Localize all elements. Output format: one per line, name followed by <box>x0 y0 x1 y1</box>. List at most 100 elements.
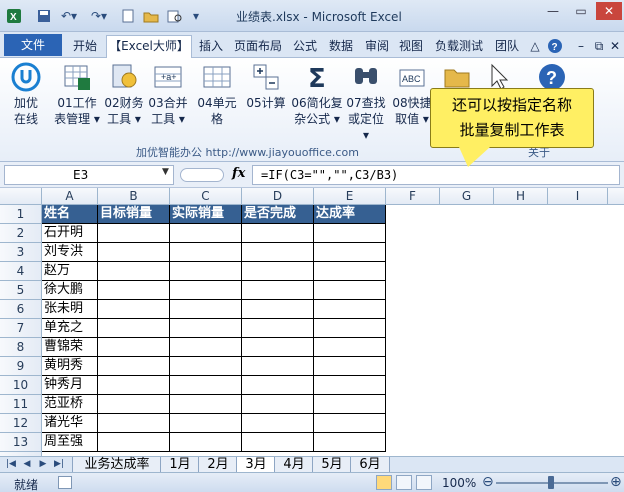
formula-input[interactable]: =IF(C3="","",C3/B3) <box>252 165 620 185</box>
table-cell[interactable] <box>314 395 386 414</box>
table-cell[interactable] <box>242 357 314 376</box>
undo-icon[interactable]: ↶▾ <box>58 7 80 25</box>
table-cell[interactable] <box>98 224 170 243</box>
save-icon[interactable] <box>36 7 52 25</box>
row-header[interactable]: 10 <box>0 376 42 395</box>
calculate-button[interactable]: 05计算 <box>246 62 286 111</box>
worksheet-manage-button[interactable]: 01工作 表管理 ▾ <box>54 62 100 127</box>
quick-value-button[interactable]: ABC 08快捷 取值 ▾ <box>392 62 432 127</box>
table-cell[interactable] <box>98 319 170 338</box>
tab-data[interactable]: 数据 <box>326 36 356 56</box>
workbook-minimize-button[interactable]: – <box>574 36 588 56</box>
table-cell[interactable] <box>314 319 386 338</box>
table-cell[interactable] <box>314 243 386 262</box>
zoom-slider-thumb[interactable] <box>548 476 554 489</box>
table-cell[interactable] <box>170 262 242 281</box>
next-sheet-icon[interactable]: ▶ <box>36 458 50 471</box>
table-cell[interactable] <box>314 300 386 319</box>
table-cell[interactable] <box>314 376 386 395</box>
ribbon-collapse-icon[interactable]: △ <box>528 36 542 56</box>
name-cell[interactable]: 单充之 <box>42 319 98 338</box>
zoom-in-button[interactable]: ⊕ <box>610 474 622 490</box>
prev-sheet-icon[interactable]: ◀ <box>20 458 34 471</box>
insert-function-icon[interactable]: fx <box>232 166 245 181</box>
table-cell[interactable] <box>314 338 386 357</box>
close-button[interactable]: ✕ <box>596 2 622 20</box>
table-cell[interactable] <box>242 414 314 433</box>
finance-tools-button[interactable]: 02财务 工具 ▾ <box>104 62 144 127</box>
cell-button[interactable]: 04单元格 <box>192 62 242 127</box>
sheet-tab[interactable]: 6月 <box>350 457 390 473</box>
new-file-icon[interactable] <box>120 7 136 25</box>
name-cell[interactable]: 黄明秀 <box>42 357 98 376</box>
tab-view[interactable]: 视图 <box>396 36 426 56</box>
excel-logo-icon[interactable]: X <box>6 7 22 25</box>
column-header[interactable]: H <box>494 188 548 205</box>
table-header-cell[interactable]: 姓名 <box>42 205 98 224</box>
macro-record-icon[interactable] <box>58 476 72 489</box>
name-cell[interactable]: 范亚桥 <box>42 395 98 414</box>
row-header[interactable]: 13 <box>0 433 42 452</box>
table-cell[interactable] <box>98 357 170 376</box>
last-sheet-icon[interactable]: ▶| <box>52 458 66 471</box>
table-cell[interactable] <box>242 376 314 395</box>
table-cell[interactable] <box>314 433 386 452</box>
table-header-cell[interactable]: 实际销量 <box>170 205 242 224</box>
table-cell[interactable] <box>98 262 170 281</box>
table-cell[interactable] <box>170 338 242 357</box>
sheet-tab[interactable]: 5月 <box>312 457 352 473</box>
minimize-button[interactable]: — <box>540 2 566 20</box>
table-cell[interactable] <box>314 357 386 376</box>
row-header[interactable]: 2 <box>0 224 42 243</box>
table-cell[interactable] <box>170 433 242 452</box>
table-cell[interactable] <box>242 224 314 243</box>
find-locate-button[interactable]: 07查找 或定位 ▾ <box>344 62 388 143</box>
row-header[interactable]: 5 <box>0 281 42 300</box>
tab-team[interactable]: 团队 <box>492 36 522 56</box>
tab-formulas[interactable]: 公式 <box>290 36 320 56</box>
table-header-cell[interactable]: 达成率 <box>314 205 386 224</box>
column-header[interactable]: F <box>386 188 440 205</box>
open-folder-icon[interactable] <box>142 7 160 25</box>
table-cell[interactable] <box>98 243 170 262</box>
row-header[interactable]: 6 <box>0 300 42 319</box>
table-cell[interactable] <box>242 319 314 338</box>
table-cell[interactable] <box>242 262 314 281</box>
tab-excel-master[interactable]: 【Excel大师】 <box>106 35 192 58</box>
table-cell[interactable] <box>170 300 242 319</box>
workbook-close-button[interactable]: ✕ <box>608 36 622 56</box>
tab-file[interactable]: 文件 <box>4 34 62 56</box>
sheet-tab[interactable]: 业务达成率 <box>72 457 162 473</box>
workbook-restore-button[interactable]: ⧉ <box>592 36 606 56</box>
table-cell[interactable] <box>170 376 242 395</box>
column-header[interactable]: A <box>42 188 98 205</box>
column-header[interactable]: E <box>314 188 386 205</box>
row-header[interactable]: 12 <box>0 414 42 433</box>
customize-toolbar-icon[interactable]: ▾ <box>190 7 202 25</box>
table-cell[interactable] <box>314 262 386 281</box>
select-all-corner[interactable] <box>0 188 42 205</box>
table-cell[interactable] <box>170 319 242 338</box>
redo-icon[interactable]: ↷▾ <box>88 7 110 25</box>
table-cell[interactable] <box>314 414 386 433</box>
tab-page-layout[interactable]: 页面布局 <box>230 36 286 56</box>
zoom-level[interactable]: 100% <box>442 476 476 490</box>
tab-load-test[interactable]: 负载测试 <box>430 36 488 56</box>
table-cell[interactable] <box>314 224 386 243</box>
print-preview-icon[interactable] <box>166 7 184 25</box>
tab-insert[interactable]: 插入 <box>196 36 226 56</box>
normal-view-button[interactable] <box>376 475 392 490</box>
table-cell[interactable] <box>242 433 314 452</box>
name-cell[interactable]: 刘专洪 <box>42 243 98 262</box>
table-cell[interactable] <box>98 395 170 414</box>
name-cell[interactable]: 张未明 <box>42 300 98 319</box>
table-cell[interactable] <box>170 414 242 433</box>
table-cell[interactable] <box>242 300 314 319</box>
tab-home[interactable]: 开始 <box>68 36 102 56</box>
help-icon[interactable]: ? <box>546 36 564 56</box>
tab-review[interactable]: 审阅 <box>362 36 392 56</box>
sheet-tab[interactable]: 4月 <box>274 457 314 473</box>
row-header[interactable]: 8 <box>0 338 42 357</box>
name-cell[interactable]: 周至强 <box>42 433 98 452</box>
page-layout-view-button[interactable] <box>396 475 412 490</box>
